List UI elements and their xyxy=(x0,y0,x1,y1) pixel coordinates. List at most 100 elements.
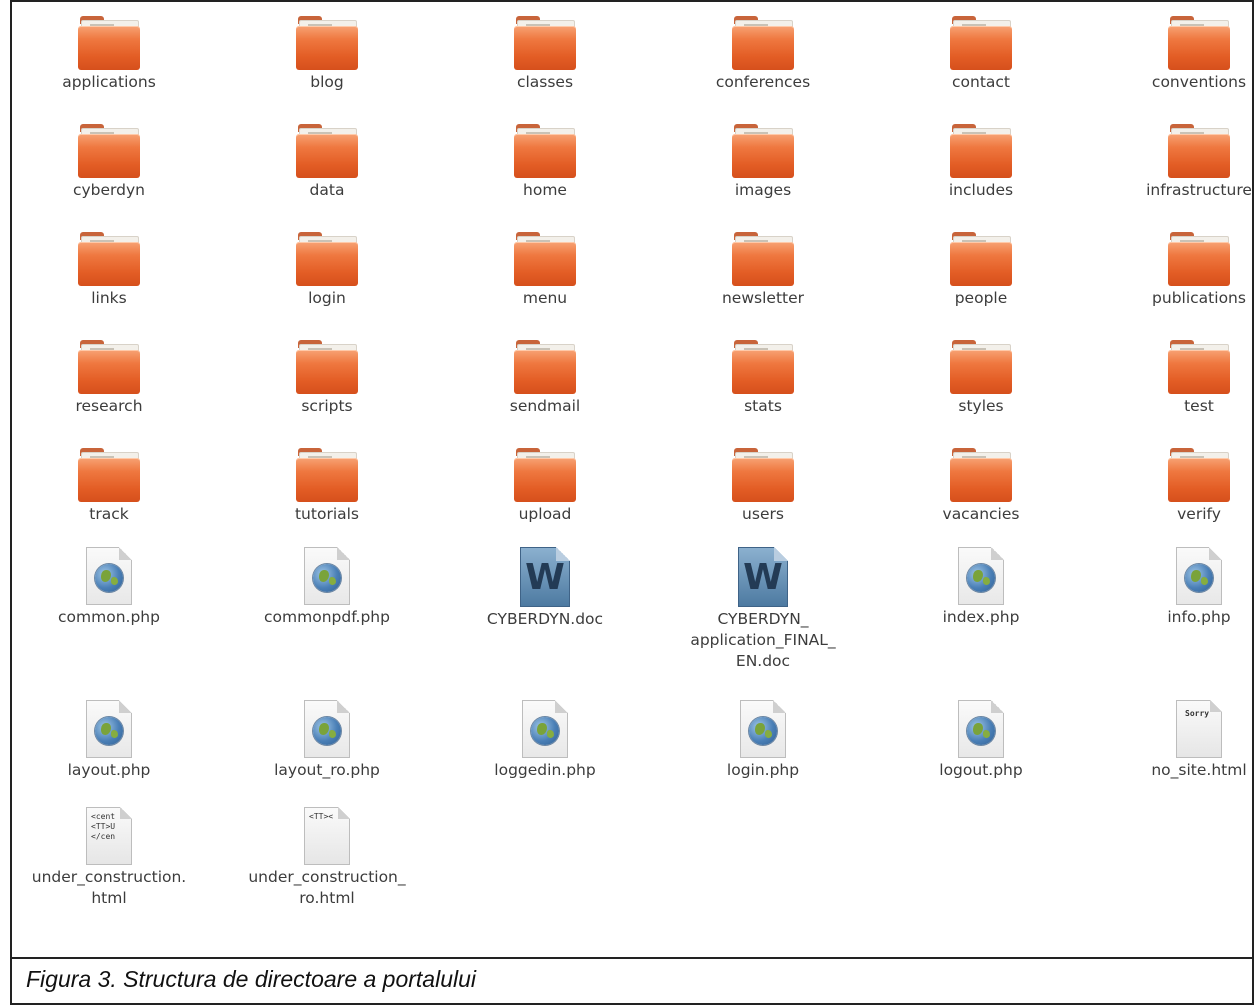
file-name: logout.php xyxy=(939,761,1023,779)
php-file-icon xyxy=(86,547,132,605)
folder-item[interactable]: newsletter xyxy=(663,232,863,309)
file-item[interactable]: index.php xyxy=(881,547,1081,628)
folder-icon xyxy=(78,232,140,286)
folder-item[interactable]: styles xyxy=(881,340,1081,417)
folder-item[interactable]: applications xyxy=(12,16,209,93)
php-file-icon xyxy=(740,700,786,758)
folder-icon xyxy=(1168,124,1230,178)
folder-icon xyxy=(296,16,358,70)
file-name: no_site.html xyxy=(1151,761,1247,779)
folder-item[interactable]: images xyxy=(663,124,863,201)
folder-item[interactable]: research xyxy=(12,340,209,417)
folder-name: conferences xyxy=(715,73,811,91)
folder-item[interactable]: people xyxy=(881,232,1081,309)
folder-icon xyxy=(950,232,1012,286)
folder-name: styles xyxy=(958,397,1004,415)
folder-item[interactable]: tutorials xyxy=(227,448,427,525)
folder-icon xyxy=(732,232,794,286)
folder-item[interactable]: infrastructure xyxy=(1099,124,1252,201)
folder-item[interactable]: links xyxy=(12,232,209,309)
folder-name: stats xyxy=(744,397,782,415)
folder-icon xyxy=(514,124,576,178)
folder-item[interactable]: data xyxy=(227,124,427,201)
folder-icon xyxy=(732,124,794,178)
folder-icon xyxy=(514,448,576,502)
file-item[interactable]: loggedin.php xyxy=(445,700,645,781)
file-item[interactable]: login.php xyxy=(663,700,863,781)
folder-item[interactable]: sendmail xyxy=(445,340,645,417)
folder-item[interactable]: upload xyxy=(445,448,645,525)
figure-caption: Figura 3. Structura de directoare a port… xyxy=(26,966,477,992)
folder-item[interactable]: test xyxy=(1099,340,1252,417)
php-file-icon xyxy=(522,700,568,758)
folder-icon xyxy=(296,340,358,394)
folder-item[interactable]: vacancies xyxy=(881,448,1081,525)
folder-icon xyxy=(1168,16,1230,70)
folder-item[interactable]: cyberdyn xyxy=(12,124,209,201)
folder-icon xyxy=(78,124,140,178)
folder-icon xyxy=(732,340,794,394)
php-file-icon xyxy=(1176,547,1222,605)
folder-item[interactable]: track xyxy=(12,448,209,525)
file-name: CYBERDYN_ application_FINAL_ EN.doc xyxy=(690,610,836,670)
file-name: under_construction_ ro.html xyxy=(248,868,406,907)
folder-name: research xyxy=(75,397,143,415)
folder-item[interactable]: contact xyxy=(881,16,1081,93)
file-item[interactable]: layout.php xyxy=(12,700,209,781)
folder-item[interactable]: conventions xyxy=(1099,16,1252,93)
php-file-icon xyxy=(958,700,1004,758)
file-item[interactable]: W CYBERDYN.doc xyxy=(445,547,645,630)
file-name: common.php xyxy=(58,608,160,626)
file-item[interactable]: layout_ro.php xyxy=(227,700,427,781)
folder-name: track xyxy=(89,505,129,523)
file-item[interactable]: common.php xyxy=(12,547,209,628)
folder-name: conventions xyxy=(1151,73,1247,91)
file-name: commonpdf.php xyxy=(264,608,390,626)
caption-row: Figura 3. Structura de directoare a port… xyxy=(12,957,1252,1003)
folder-name: newsletter xyxy=(721,289,805,307)
folder-icon xyxy=(514,16,576,70)
folder-name: cyberdyn xyxy=(72,181,145,199)
folder-name: vacancies xyxy=(942,505,1020,523)
folder-item[interactable]: classes xyxy=(445,16,645,93)
folder-icon xyxy=(732,16,794,70)
folder-item[interactable]: scripts xyxy=(227,340,427,417)
folder-name: data xyxy=(309,181,345,199)
folder-name: people xyxy=(954,289,1008,307)
folder-name: images xyxy=(734,181,792,199)
folder-name: test xyxy=(1184,397,1214,415)
folder-item[interactable]: verify xyxy=(1099,448,1252,525)
file-item[interactable]: logout.php xyxy=(881,700,1081,781)
folder-icon xyxy=(296,448,358,502)
php-file-icon xyxy=(958,547,1004,605)
folder-name: links xyxy=(91,289,127,307)
folder-icon xyxy=(514,232,576,286)
folder-name: home xyxy=(523,181,567,199)
folder-item[interactable]: menu xyxy=(445,232,645,309)
folder-item[interactable]: login xyxy=(227,232,427,309)
file-name: layout.php xyxy=(67,761,151,779)
file-item[interactable]: commonpdf.php xyxy=(227,547,427,628)
folder-item[interactable]: includes xyxy=(881,124,1081,201)
file-item[interactable]: info.php xyxy=(1099,547,1252,628)
folder-item[interactable]: home xyxy=(445,124,645,201)
folder-item[interactable]: conferences xyxy=(663,16,863,93)
folder-item[interactable]: users xyxy=(663,448,863,525)
file-preview-text: <cent <TT>U </cen xyxy=(91,812,116,841)
file-name: info.php xyxy=(1167,608,1231,626)
word-document-icon: W xyxy=(520,547,570,607)
word-document-icon: W xyxy=(738,547,788,607)
folder-item[interactable]: blog xyxy=(227,16,427,93)
folder-item[interactable]: stats xyxy=(663,340,863,417)
folder-name: upload xyxy=(518,505,572,523)
file-item[interactable]: <cent <TT>U </cen under_construction. htm… xyxy=(12,807,209,909)
file-item[interactable]: W CYBERDYN_ application_FINAL_ EN.doc xyxy=(663,547,863,672)
folder-item[interactable]: publications xyxy=(1099,232,1252,309)
file-browser-view[interactable]: applications blog classes conferences contac… xyxy=(12,2,1252,957)
file-item[interactable]: Sorry no_site.html xyxy=(1099,700,1252,781)
file-item[interactable]: <TT>< under_construction_ ro.html xyxy=(227,807,427,909)
folder-icon xyxy=(514,340,576,394)
figure-frame: applications blog classes conferences contac… xyxy=(10,0,1254,1005)
folder-name: contact xyxy=(951,73,1010,91)
folder-name: scripts xyxy=(301,397,353,415)
